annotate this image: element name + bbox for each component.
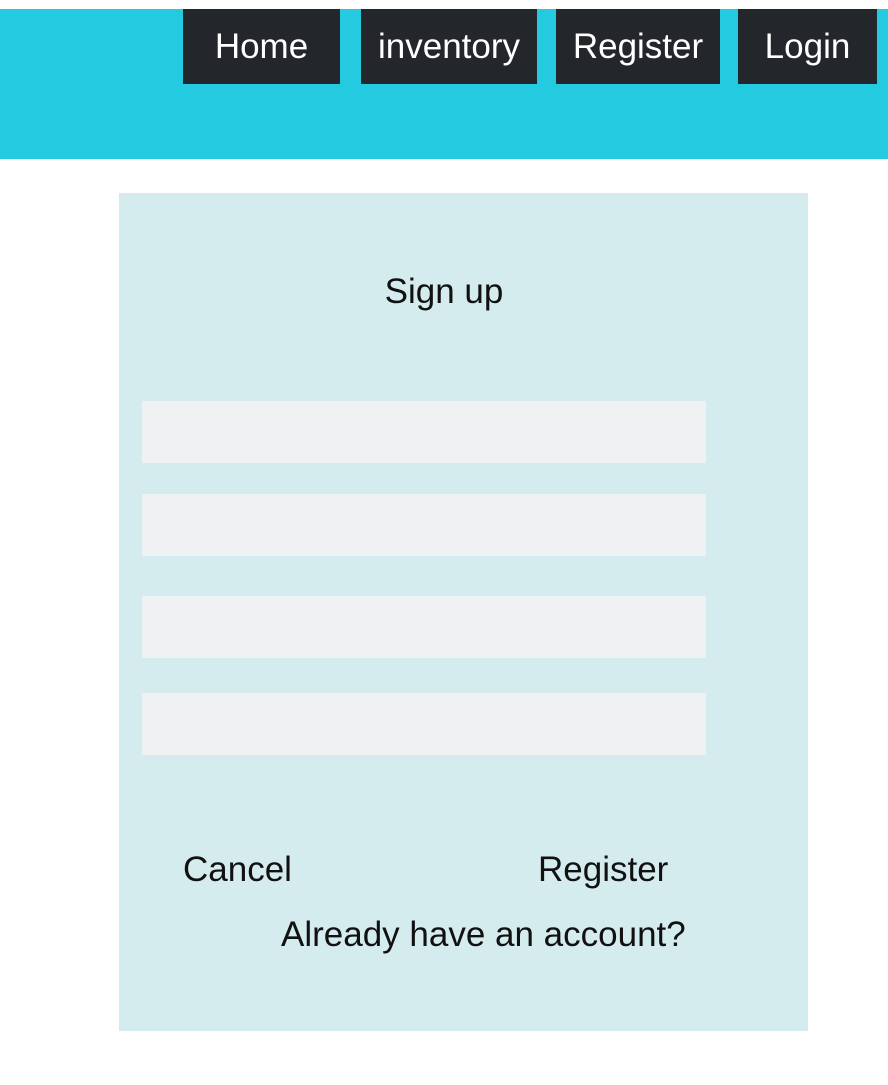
nav-home-button[interactable]: Home bbox=[183, 9, 340, 84]
nav-login-button[interactable]: Login bbox=[738, 9, 877, 84]
nav-inventory-button[interactable]: inventory bbox=[361, 9, 537, 84]
signup-field-1[interactable] bbox=[142, 401, 706, 463]
signup-field-4[interactable] bbox=[142, 693, 706, 755]
nav-register-button[interactable]: Register bbox=[556, 9, 720, 84]
signup-title: Sign up bbox=[384, 272, 504, 311]
signup-field-3[interactable] bbox=[142, 596, 706, 658]
login-link[interactable]: Already have an account? bbox=[281, 915, 686, 955]
top-strip bbox=[0, 0, 888, 9]
register-submit-button[interactable]: Register bbox=[538, 850, 668, 890]
cancel-button[interactable]: Cancel bbox=[183, 850, 292, 890]
signup-field-2[interactable] bbox=[142, 494, 706, 556]
